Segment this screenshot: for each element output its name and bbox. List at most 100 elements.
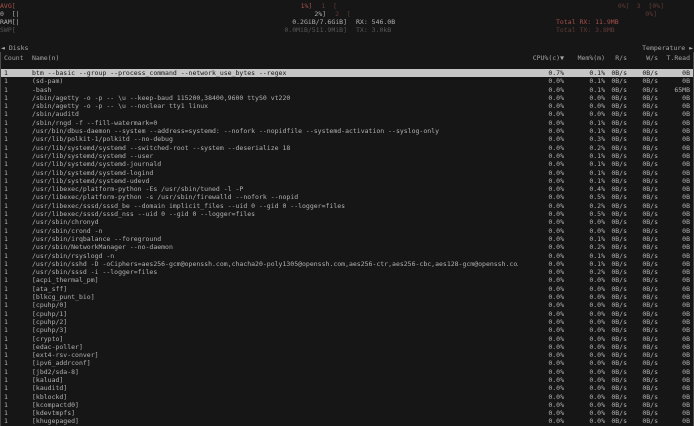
process-row[interactable]: 1 [ext4-rsv-conver] 0.0% 0.0% 0B/s 0B/s … [1,351,693,359]
col-header-cpu-sorted[interactable]: CPU%(c)▼ [518,54,564,62]
cpu-0-label: 0 [ [0,10,16,18]
process-count-cell: 1 [1,318,32,326]
process-read-cell: 0B/s [605,343,627,351]
process-row[interactable]: 1 /usr/sbin/sshd -D -oCiphers=aes256-gcm… [1,260,693,268]
process-row[interactable]: 1 [cpuhp/1] 0.0% 0.0% 0B/s 0B/s 0B [1,310,693,318]
process-mem-cell: 0.3% [564,135,605,143]
process-name-cell: [edac-poller] [32,343,518,351]
process-count-cell: 1 [1,243,32,251]
process-row[interactable]: 1 [edac-poller] 0.0% 0.0% 0B/s 0B/s 0B [1,343,693,351]
col-header-count[interactable]: Count [1,54,32,62]
process-row[interactable]: 1 [cpuhp/0] 0.0% 0.0% 0B/s 0B/s 0B [1,301,693,309]
process-cpu-cell: 0.0% [518,318,564,326]
process-row[interactable]: 1 /usr/lib/systemd/systemd-udevd 0.0% 0.… [1,177,693,185]
process-row[interactable]: 1 [acpi_thermal_pm] 0.0% 0.0% 0B/s 0B/s … [1,276,693,284]
process-mem-cell: 0.0% [564,94,605,102]
col-header-mem[interactable]: Mem%(m) [564,54,605,62]
process-write-cell: 0B/s [627,268,658,276]
process-total-read-cell: 0B [658,343,693,351]
process-count-cell: 1 [1,210,32,218]
col-header-write[interactable]: W/s [627,54,658,62]
disks-nav-left[interactable]: ◄ Disks [1,44,28,52]
process-row[interactable]: 1 (sd-pam) 0.0% 0.1% 0B/s 0B/s 0B [1,77,693,85]
process-row[interactable]: 1 [kdevtmpfs] 0.0% 0.0% 0B/s 0B/s 0B [1,409,693,417]
process-row[interactable]: 1 /usr/sbin/irqbalance --foreground 0.0%… [1,235,693,243]
process-total-read-cell: 0B [658,285,693,293]
process-count-cell: 1 [1,326,32,334]
cpu-meter-2: 2 [0%] [326,10,657,18]
process-row[interactable]: 1 /sbin/rngd -f --fill-watermark=0 0.0% … [1,119,693,127]
process-count-cell: 1 [1,252,32,260]
process-cpu-cell: 0.0% [518,351,564,359]
process-row[interactable]: 1 [cpuhp/3] 0.0% 0.0% 0B/s 0B/s 0B [1,326,693,334]
process-row[interactable]: 1 /usr/lib/systemd/systemd --switched-ro… [1,144,693,152]
process-row[interactable]: 1 -bash 0.0% 0.1% 0B/s 0B/s 65MB [1,86,693,94]
process-write-cell: 0B/s [627,335,658,343]
process-row[interactable]: 1 /usr/lib/systemd/systemd --user 0.0% 0… [1,152,693,160]
col-header-read[interactable]: R/s [605,54,627,62]
cpu-2-label: 2 [ [335,10,351,18]
btm-terminal-monitor: AVG[1%] 1 [0%] 3 [0%] 0 [|2%] 2 [0%] RAM… [0,0,694,426]
process-row[interactable]: 1 /usr/sbin/rsyslogd -n 0.0% 0.1% 0B/s 0… [1,252,693,260]
process-name-cell: /usr/libexec/sssd/sssd_be --domain impli… [32,202,518,210]
process-name-cell: btm --basic --group --process_command --… [32,69,518,77]
process-row[interactable]: 1 /sbin/agetty -o -p -- \u --keep-baud 1… [1,94,693,102]
network-rx-row: RX: 546.0B Total RX: 11.9MB [347,18,694,26]
process-write-cell: 0B/s [627,368,658,376]
process-row[interactable]: 1 /usr/libexec/platform-python -Es /usr/… [1,185,693,193]
process-count-cell: 1 [1,135,32,143]
process-row[interactable]: 1 [kcompactd0] 0.0% 0.0% 0B/s 0B/s 0B [1,401,693,409]
process-row[interactable]: 1 [kblockd] 0.0% 0.0% 0B/s 0B/s 0B [1,393,693,401]
process-row[interactable]: 1 /usr/lib/systemd/systemd-journald 0.0%… [1,160,693,168]
process-row[interactable]: 1 /usr/bin/dbus-daemon --system --addres… [1,127,693,135]
temperature-nav-right[interactable]: Temperature ► [642,44,693,52]
process-total-read-cell: 0B [658,135,693,143]
process-row[interactable]: 1 btm --basic --group --process_command … [1,69,693,77]
process-row[interactable]: 1 [blkcg_punt_bio] 0.0% 0.0% 0B/s 0B/s 0… [1,293,693,301]
process-count-cell: 1 [1,401,32,409]
process-row[interactable]: 1 /usr/sbin/sssd -i --logger=files 0.0% … [1,268,693,276]
process-cpu-cell: 0.0% [518,110,564,118]
process-row[interactable]: 1 /usr/libexec/sssd/sssd_nss --uid 0 --g… [1,210,693,218]
process-read-cell: 0B/s [605,376,627,384]
process-write-cell: 0B/s [627,94,658,102]
process-row[interactable]: 1 /usr/libexec/sssd/sssd_be --domain imp… [1,202,693,210]
process-mem-cell: 0.1% [564,119,605,127]
process-row[interactable]: 1 [khugepaged] 0.0% 0.0% 0B/s 0B/s 0B [1,417,693,425]
process-write-cell: 0B/s [627,193,658,201]
process-row[interactable]: 1 [kauditd] 0.0% 0.0% 0B/s 0B/s 0B [1,384,693,392]
swap-meter: SWP[0.0MiB/511.9MiB] [0,26,347,34]
process-name-cell: [cpuhp/1] [32,310,518,318]
cpu-avg-label: AVG[ [0,2,16,10]
process-row[interactable]: 1 /sbin/auditd 0.0% 0.0% 0B/s 0B/s 0B [1,110,693,118]
process-write-cell: 0B/s [627,69,658,77]
process-total-read-cell: 0B [658,301,693,309]
process-cpu-cell: 0.0% [518,276,564,284]
col-header-name[interactable]: Name(n) [32,54,518,62]
process-row[interactable]: 1 [ata_sff] 0.0% 0.0% 0B/s 0B/s 0B [1,285,693,293]
process-count-cell: 1 [1,110,32,118]
process-row[interactable]: 1 /usr/libexec/platform-python -s /usr/s… [1,193,693,201]
process-row[interactable]: 1 /usr/sbin/chronyd 0.0% 0.0% 0B/s 0B/s … [1,218,693,226]
process-name-cell: [acpi_thermal_pm] [32,276,518,284]
process-row[interactable]: 1 [cpuhp/2] 0.0% 0.0% 0B/s 0B/s 0B [1,318,693,326]
process-name-cell: [jbd2/sda-8] [32,368,518,376]
process-name-cell: [kblockd] [32,393,518,401]
process-name-cell: /usr/lib/systemd/systemd-journald [32,160,518,168]
process-row[interactable]: 1 /usr/lib/systemd/systemd-logind 0.0% 0… [1,169,693,177]
process-count-cell: 1 [1,218,32,226]
process-cpu-cell: 0.0% [518,301,564,309]
process-row[interactable]: 1 [kaluad] 0.0% 0.0% 0B/s 0B/s 0B [1,376,693,384]
process-cpu-cell: 0.0% [518,102,564,110]
process-row[interactable]: 1 /sbin/agetty -o -p -- \u --noclear tty… [1,102,693,110]
col-header-total-read[interactable]: T.Read [658,54,693,62]
process-row[interactable]: 1 [jbd2/sda-8] 0.0% 0.0% 0B/s 0B/s 0B [1,368,693,376]
process-mem-cell: 0.1% [564,69,605,77]
process-read-cell: 0B/s [605,152,627,160]
cpu-meter-row-2: 0 [|2%] 2 [0%] [0,10,694,18]
process-row[interactable]: 1 /usr/sbin/NetworkManager --no-daemon 0… [1,243,693,251]
process-row[interactable]: 1 /usr/lib/polkit-1/polkitd --no-debug 0… [1,135,693,143]
process-row[interactable]: 1 /usr/sbin/crond -n 0.0% 0.0% 0B/s 0B/s… [1,227,693,235]
process-row[interactable]: 1 [ipv6_addrconf] 0.0% 0.0% 0B/s 0B/s 0B [1,359,693,367]
process-row[interactable]: 1 [crypto] 0.0% 0.0% 0B/s 0B/s 0B [1,335,693,343]
